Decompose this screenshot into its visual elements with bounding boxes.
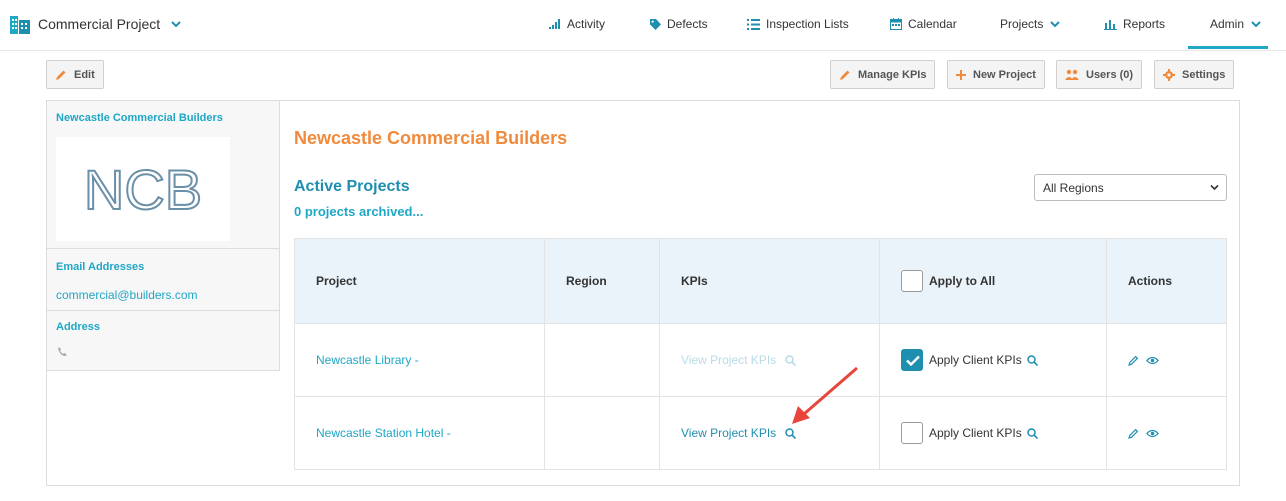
nav-activity[interactable]: Activity (549, 17, 605, 31)
address-heading: Address (56, 321, 101, 333)
apply-client-kpis-label: Apply Client KPIs (929, 353, 1022, 367)
region-select-value: All Regions (1043, 180, 1104, 195)
apply-client-kpis-checkbox[interactable] (901, 422, 923, 444)
region-cell (544, 396, 660, 470)
region-cell (544, 323, 660, 397)
svg-text:NCB: NCB (84, 159, 202, 219)
table-row: Newcastle Station Hotel - View Project K… (294, 396, 1227, 470)
bar-chart-icon (549, 19, 560, 29)
apply-client-kpis-checkbox[interactable] (901, 349, 923, 371)
view-project-kpis-link[interactable]: View Project KPIs (681, 426, 776, 440)
email-heading: Email Addresses (56, 261, 145, 273)
project-link[interactable]: Newcastle Library - (316, 353, 419, 367)
users-button[interactable]: Users (0) (1056, 60, 1143, 89)
client-email-link[interactable]: commercial@builders.com (56, 288, 198, 302)
client-logo-image: NCB (83, 159, 203, 219)
project-link[interactable]: Newcastle Station Hotel - (316, 426, 451, 440)
col-header-region: Region (544, 238, 660, 324)
column-chart-icon (1104, 19, 1117, 30)
building-icon (10, 16, 30, 34)
manage-kpis-button[interactable]: Manage KPIs (830, 60, 936, 89)
col-header-kpis: KPIs (659, 238, 880, 324)
pencil-icon (56, 70, 66, 80)
nav-admin[interactable]: Admin (1210, 17, 1262, 31)
chevron-down-icon (1210, 184, 1219, 191)
check-icon (906, 355, 920, 366)
app-title: Commercial Project (38, 16, 161, 32)
nav-reports[interactable]: Reports (1104, 17, 1165, 31)
users-icon (1065, 69, 1079, 80)
client-logo: NCB (56, 137, 230, 241)
project-switcher[interactable]: Commercial Project (10, 14, 182, 34)
list-icon (747, 18, 760, 30)
client-panel: Newcastle Commercial Builders NCB Email … (46, 100, 1240, 486)
search-icon[interactable] (1026, 427, 1038, 439)
edit-button[interactable]: Edit (46, 60, 104, 89)
client-name: Newcastle Commercial Builders (56, 112, 223, 124)
divider (47, 310, 280, 311)
top-nav: Commercial Project Activity Defects Insp… (0, 0, 1286, 51)
view-project-kpis-link: View Project KPIs (681, 353, 777, 367)
col-header-apply-all: Apply to All (879, 238, 1107, 324)
phone-icon (58, 347, 67, 357)
active-nav-indicator (1188, 46, 1268, 49)
col-header-project: Project (294, 238, 545, 324)
annotation-arrow-icon (792, 366, 858, 424)
new-project-button[interactable]: New Project (947, 60, 1045, 89)
search-icon[interactable] (784, 428, 796, 440)
active-projects-heading: Active Projects (294, 178, 410, 195)
page-title: Newcastle Commercial Builders (294, 128, 568, 148)
table-row: Newcastle Library - View Project KPIs Ap… (294, 323, 1227, 397)
tag-icon (650, 18, 661, 30)
pencil-icon (840, 70, 850, 80)
client-sidebar: Newcastle Commercial Builders NCB Email … (47, 101, 280, 371)
nav-calendar[interactable]: Calendar (890, 17, 957, 31)
divider (47, 248, 280, 249)
region-select[interactable]: All Regions (1034, 174, 1227, 201)
settings-button[interactable]: Settings (1154, 60, 1235, 89)
edit-icon[interactable] (1128, 428, 1139, 439)
chevron-down-icon (1050, 21, 1061, 28)
search-icon[interactable] (1026, 354, 1038, 366)
nav-inspection-lists[interactable]: Inspection Lists (747, 17, 849, 31)
table-header-row: Project Region KPIs Apply to All Actions (294, 238, 1227, 324)
projects-table: Project Region KPIs Apply to All Actions… (294, 238, 1227, 470)
nav-projects[interactable]: Projects (1000, 17, 1061, 31)
eye-icon[interactable] (1146, 429, 1159, 438)
eye-icon[interactable] (1146, 356, 1159, 365)
calendar-icon (890, 18, 902, 30)
archived-projects-link[interactable]: 0 projects archived... (294, 204, 423, 219)
apply-client-kpis-label: Apply Client KPIs (929, 426, 1022, 440)
edit-icon[interactable] (1128, 355, 1139, 366)
chevron-down-icon (171, 21, 181, 28)
search-icon (784, 355, 796, 367)
nav-defects[interactable]: Defects (650, 17, 708, 31)
col-header-actions: Actions (1106, 238, 1227, 324)
gear-icon (1163, 68, 1175, 81)
plus-icon (956, 69, 966, 80)
apply-all-checkbox[interactable] (901, 270, 923, 292)
chevron-down-icon (1251, 21, 1261, 28)
